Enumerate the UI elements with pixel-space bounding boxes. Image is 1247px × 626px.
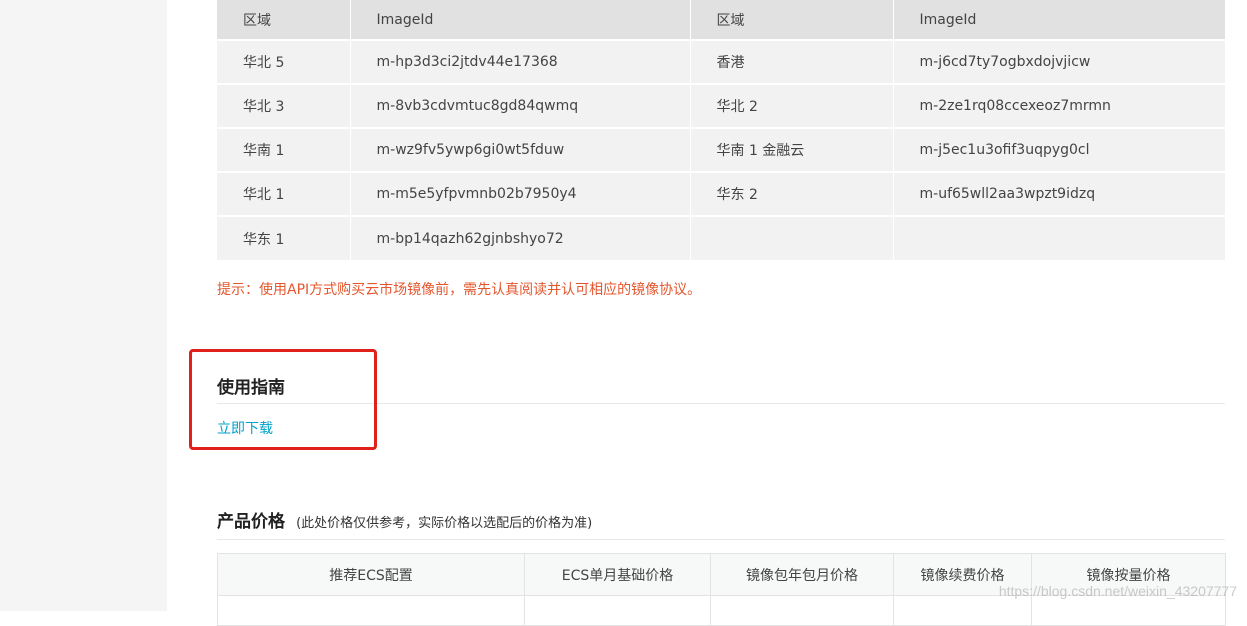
price-section-note: (此处价格仅供参考，实际价格以选配后的价格为准) [296, 516, 593, 531]
api-purchase-tip: 提示：使用API方式购买云市场镜像前，需先认真阅读并认可相应的镜像协议。 [217, 282, 702, 298]
column-header-region: 区域 [690, 0, 894, 40]
imageid-cell: m-wz9fv5ywp6gi0wt5fduw [350, 127, 691, 172]
imageid-cell: m-hp3d3ci2jtdv44e17368 [350, 39, 691, 84]
region-cell: 华东 1 [217, 215, 351, 260]
column-header-recommended-ecs: 推荐ECS配置 [217, 553, 525, 596]
table-row: 华北 1 m-m5e5yfpvmnb02b7950y4 华东 2 m-uf65w… [217, 171, 1225, 216]
imageid-cell: m-bp14qazh62gjnbshyo72 [350, 215, 691, 260]
region-cell: 华南 1 金融云 [690, 127, 894, 172]
left-sidebar-background [0, 0, 167, 611]
region-cell: 华北 3 [217, 83, 351, 128]
column-header-image-subscription-price: 镜像包年包月价格 [710, 553, 894, 596]
column-header-imageid: ImageId [350, 0, 691, 40]
region-cell: 香港 [690, 39, 894, 84]
region-cell: 华北 1 [217, 171, 351, 216]
main-content: 区域 ImageId 区域 ImageId 华北 5 m-hp3d3ci2jtd… [217, 0, 1226, 626]
imageid-cell: m-m5e5yfpvmnb02b7950y4 [350, 171, 691, 216]
watermark-text: https://blog.csdn.net/weixin_43207777 [998, 583, 1237, 599]
imageid-cell: m-8vb3cdvmtuc8gd84qwmq [350, 83, 691, 128]
region-cell: 华北 2 [690, 83, 894, 128]
column-header-region: 区域 [217, 0, 351, 40]
table-row: 华北 5 m-hp3d3ci2jtdv44e17368 香港 m-j6cd7ty… [217, 39, 1225, 84]
imageid-cell: m-j6cd7ty7ogbxdojvjicw [893, 39, 1225, 84]
table-row: 华东 1 m-bp14qazh62gjnbshyo72 [217, 215, 1225, 260]
price-section-title: 产品价格 [217, 512, 285, 532]
region-cell [690, 215, 894, 260]
imageid-cell: m-j5ec1u3ofif3uqpyg0cl [893, 127, 1225, 172]
table-row: 华北 3 m-8vb3cdvmtuc8gd84qwmq 华北 2 m-2ze1r… [217, 83, 1225, 128]
section-divider [217, 539, 1225, 540]
column-header-ecs-monthly-price: ECS单月基础价格 [524, 553, 711, 596]
table-header-row: 区域 ImageId 区域 ImageId [217, 0, 1225, 40]
region-cell: 华东 2 [690, 171, 894, 216]
imageid-cell: m-uf65wll2aa3wpzt9idzq [893, 171, 1225, 216]
image-id-table: 区域 ImageId 区域 ImageId 华北 5 m-hp3d3ci2jtd… [217, 0, 1225, 260]
column-header-imageid: ImageId [893, 0, 1225, 40]
region-cell: 华北 5 [217, 39, 351, 84]
imageid-cell: m-2ze1rq08ccexeoz7mrmn [893, 83, 1225, 128]
price-section-header: 产品价格 (此处价格仅供参考，实际价格以选配后的价格为准) [217, 507, 592, 532]
region-cell: 华南 1 [217, 127, 351, 172]
imageid-cell [893, 215, 1225, 260]
table-row: 华南 1 m-wz9fv5ywp6gi0wt5fduw 华南 1 金融云 m-j… [217, 127, 1225, 172]
highlight-annotation-box [189, 349, 377, 450]
